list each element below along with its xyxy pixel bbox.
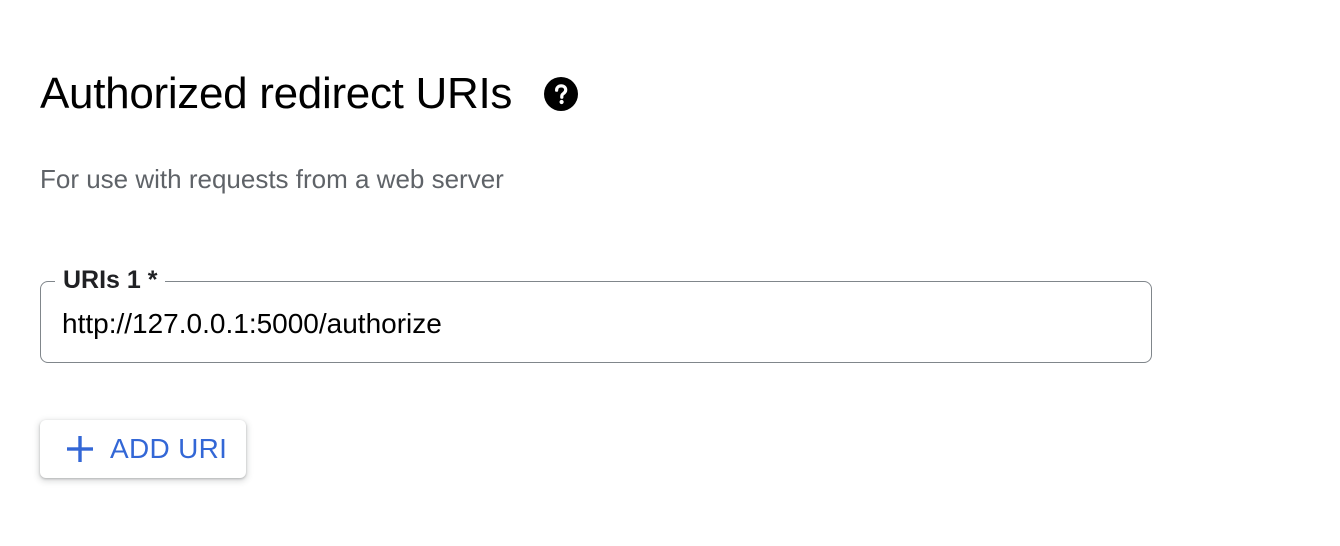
add-uri-label: ADD URI	[110, 433, 228, 464]
plus-icon	[67, 436, 93, 462]
uri-input[interactable]	[62, 304, 1122, 344]
uri-field-label: URIs 1 *	[55, 265, 166, 295]
section-subtitle: For use with requests from a web server	[40, 164, 504, 194]
add-uri-button[interactable]: ADD URI	[40, 420, 246, 478]
redirect-uris-section: Authorized redirect URIs For use with re…	[40, 0, 1300, 546]
section-title: Authorized redirect URIs	[40, 69, 513, 118]
question-mark-icon	[555, 84, 568, 105]
title-row: Authorized redirect URIs	[40, 64, 579, 124]
help-icon[interactable]	[544, 77, 579, 111]
uri-field[interactable]: URIs 1 *	[40, 265, 1152, 363]
